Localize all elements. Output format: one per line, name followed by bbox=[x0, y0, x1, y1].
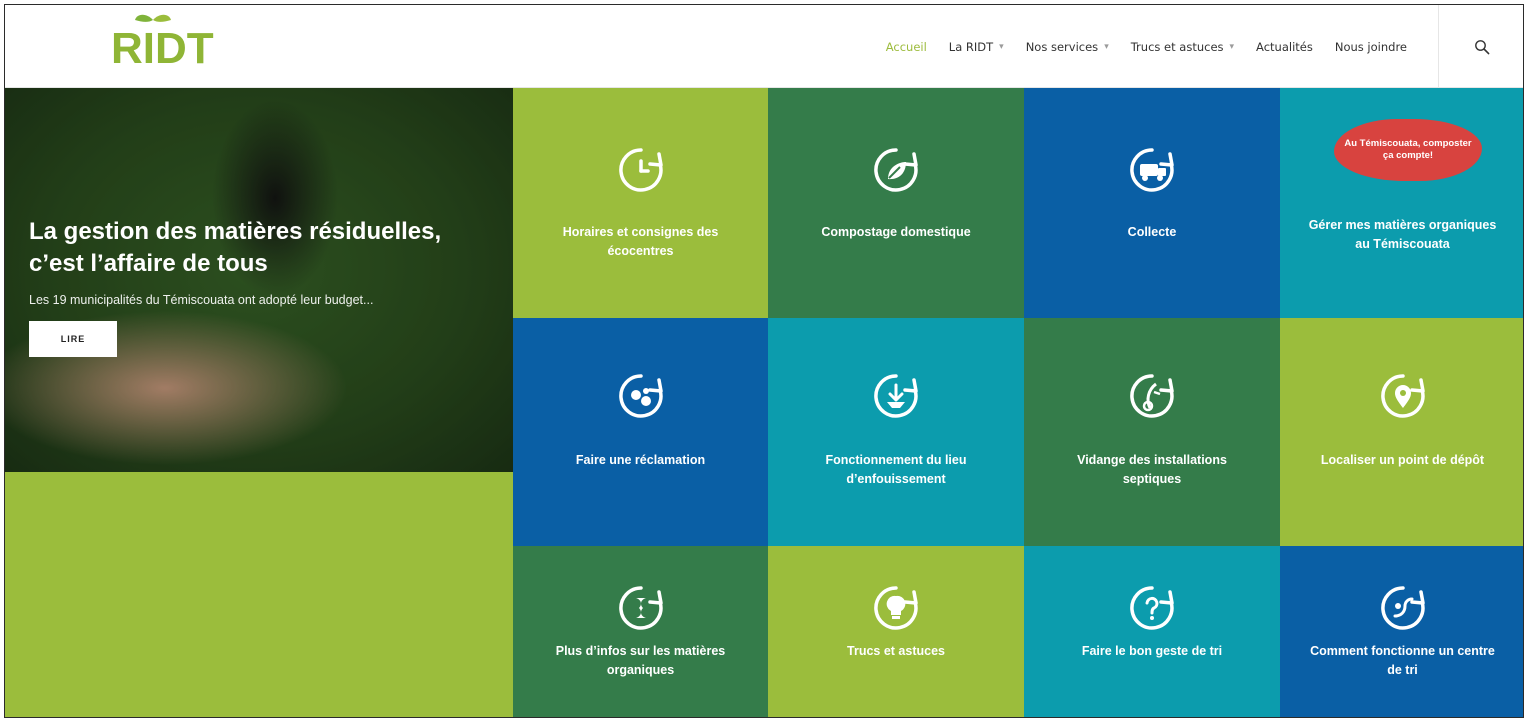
site-header: RIDT Accueil La RIDT ▾ Nos services ▾ Truc… bbox=[5, 5, 1523, 88]
nav-item-nos-services[interactable]: Nos services ▾ bbox=[1015, 5, 1120, 88]
tile-compostage-domestique[interactable]: Compostage domestique bbox=[768, 88, 1024, 318]
service-tiles: Horaires et consignes des écocentres Com… bbox=[513, 88, 1523, 717]
tile-label: Gérer mes matières organiques au Témisco… bbox=[1308, 218, 1497, 251]
nav-item-trucs-et-astuces[interactable]: Trucs et astuces ▾ bbox=[1120, 5, 1245, 88]
read-button[interactable]: LIRE bbox=[29, 321, 117, 357]
tile-label: Plus d’infos sur les matières organiques bbox=[555, 644, 726, 677]
site-logo[interactable]: RIDT bbox=[109, 11, 239, 71]
page-frame: RIDT Accueil La RIDT ▾ Nos services ▾ Truc… bbox=[4, 4, 1524, 718]
search-button[interactable] bbox=[1439, 5, 1523, 88]
nav-label: Nous joindre bbox=[1334, 39, 1407, 54]
chevron-down-icon: ▾ bbox=[1229, 41, 1235, 52]
lightbulb-icon bbox=[870, 582, 922, 634]
septic-icon bbox=[1126, 370, 1178, 422]
chevron-down-icon: ▾ bbox=[999, 41, 1004, 52]
download-icon bbox=[870, 370, 922, 422]
apple-core-icon bbox=[615, 582, 667, 634]
nav-item-accueil[interactable]: Accueil bbox=[875, 5, 938, 88]
composter-badge: Au Témiscouata, composter ça compte! bbox=[1334, 119, 1482, 181]
nav-item-actualites[interactable]: Actualités bbox=[1245, 5, 1324, 88]
nav-label: Accueil bbox=[885, 39, 927, 54]
tile-bon-geste-de-tri[interactable]: Faire le bon geste de tri bbox=[1024, 546, 1280, 717]
tile-matieres-organiques-temiscouata[interactable]: Au Témiscouata, composter ça compte! Gér… bbox=[1280, 88, 1523, 318]
nav-item-nous-joindre[interactable]: Nous joindre bbox=[1324, 5, 1418, 88]
tile-label: Vidange des installations septiques bbox=[1077, 453, 1227, 486]
tile-point-de-depot[interactable]: Localiser un point de dépôt bbox=[1280, 318, 1523, 546]
tile-label: Trucs et astuces bbox=[847, 644, 945, 658]
hero-subtitle: Les 19 municipalités du Témiscouata ont … bbox=[29, 293, 374, 307]
tile-label: Faire le bon geste de tri bbox=[1081, 644, 1223, 658]
tile-infos-matieres-organiques[interactable]: Plus d’infos sur les matières organiques bbox=[513, 546, 768, 717]
clock-icon bbox=[615, 144, 667, 196]
tile-faire-une-reclamation[interactable]: Faire une réclamation bbox=[513, 318, 768, 546]
tile-label: Comment fonctionne un centre de tri bbox=[1310, 644, 1495, 677]
search-icon bbox=[1475, 39, 1490, 54]
tile-label: Compostage domestique bbox=[821, 225, 971, 239]
sort-center-icon bbox=[1377, 582, 1429, 634]
tile-vidange-septiques[interactable]: Vidange des installations septiques bbox=[1024, 318, 1280, 546]
tile-label: Fonctionnement du lieu d’enfouissement bbox=[825, 453, 967, 486]
chevron-down-icon: ▾ bbox=[1104, 41, 1109, 52]
leaf-icon bbox=[870, 144, 922, 196]
hero-slide: La gestion des matières résiduelles, c’e… bbox=[5, 88, 513, 472]
nav-label: Nos services bbox=[1025, 39, 1099, 54]
question-icon bbox=[1126, 582, 1178, 634]
tile-trucs-et-astuces[interactable]: Trucs et astuces bbox=[768, 546, 1024, 717]
tile-label: Collecte bbox=[1127, 225, 1177, 239]
logo-icon: RIDT bbox=[111, 14, 214, 71]
map-pin-icon bbox=[1377, 370, 1429, 422]
tile-horaires-ecocentres[interactable]: Horaires et consignes des écocentres bbox=[513, 88, 768, 318]
tile-label: Localiser un point de dépôt bbox=[1320, 453, 1485, 467]
truck-icon bbox=[1126, 144, 1178, 196]
nav-item-la-ridt[interactable]: La RIDT ▾ bbox=[938, 5, 1015, 88]
main-nav: Accueil La RIDT ▾ Nos services ▾ Trucs et … bbox=[875, 5, 1523, 88]
svg-text:RIDT: RIDT bbox=[111, 24, 214, 71]
tile-label: Horaires et consignes des écocentres bbox=[562, 225, 719, 258]
tile-label: Faire une réclamation bbox=[575, 453, 706, 467]
tile-centre-de-tri[interactable]: Comment fonctionne un centre de tri bbox=[1280, 546, 1523, 717]
hero-title: La gestion des matières résiduelles, c’e… bbox=[29, 218, 442, 277]
nav-label: Trucs et astuces bbox=[1130, 39, 1224, 54]
tile-lieu-enfouissement[interactable]: Fonctionnement du lieu d’enfouissement bbox=[768, 318, 1024, 546]
complaint-icon bbox=[615, 370, 667, 422]
hero-below-panel bbox=[5, 472, 513, 717]
nav-label: Actualités bbox=[1256, 39, 1313, 54]
hero-overlay bbox=[5, 88, 513, 472]
tile-collecte[interactable]: Collecte bbox=[1024, 88, 1280, 318]
nav-label: La RIDT bbox=[948, 39, 994, 54]
